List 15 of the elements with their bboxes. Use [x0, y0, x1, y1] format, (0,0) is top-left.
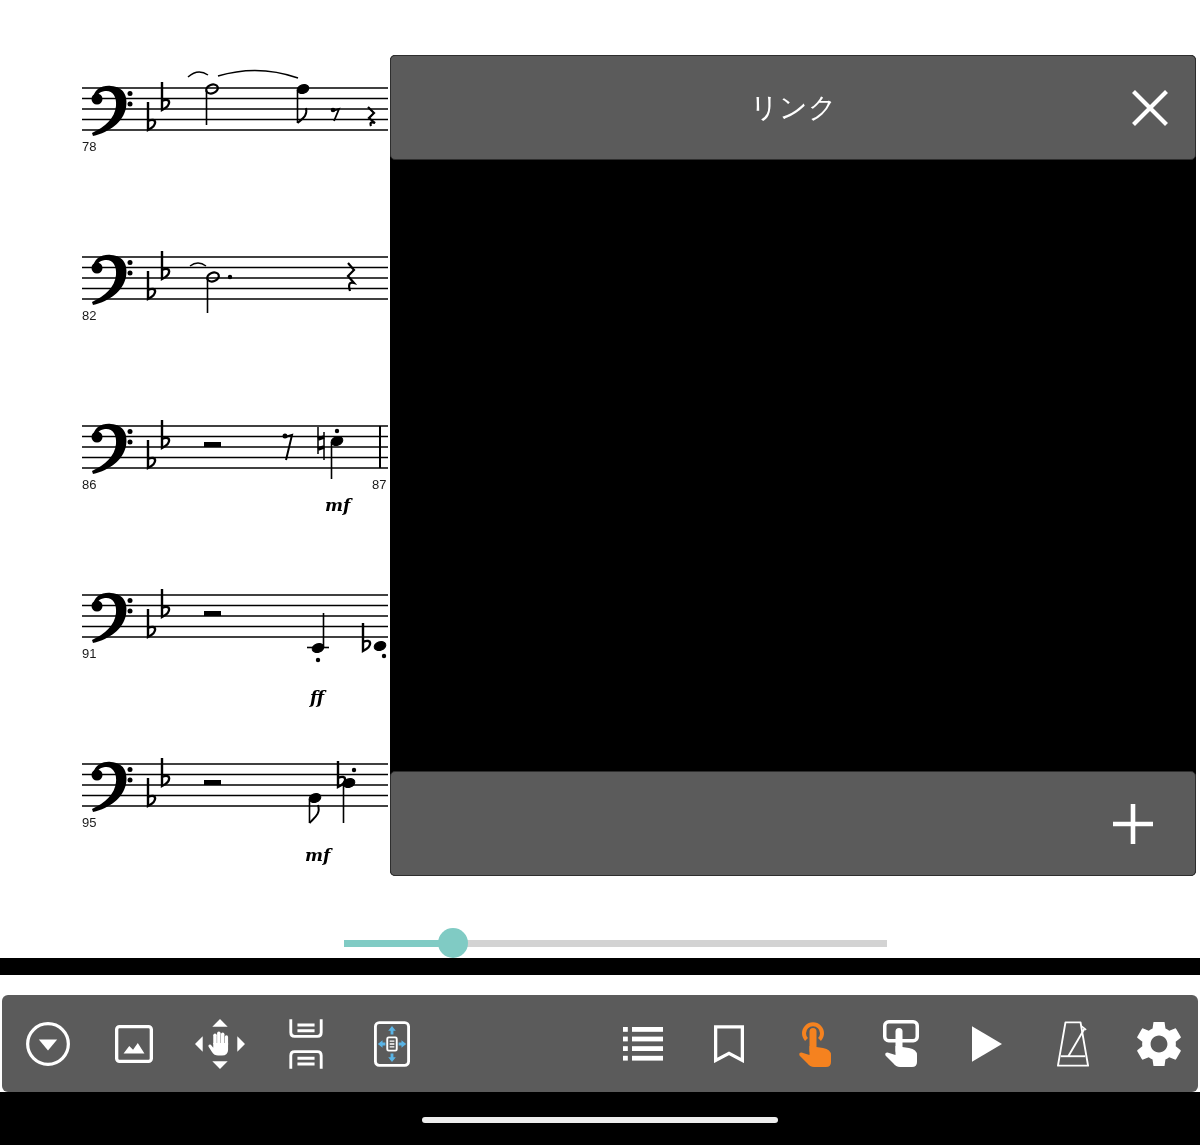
measure-number: 91	[82, 646, 97, 661]
measure-number: 86	[82, 477, 97, 492]
close-button[interactable]	[1132, 89, 1168, 126]
close-icon	[1132, 89, 1168, 126]
plus-icon	[1113, 803, 1153, 844]
dynamic-marking: mf	[305, 845, 331, 865]
measure-number: 82	[82, 308, 97, 323]
dialog-title: リンク	[749, 89, 837, 126]
measure-number: 95	[82, 815, 97, 830]
measure-number: 87	[372, 477, 387, 492]
measure-number: 78	[82, 139, 97, 154]
add-button[interactable]	[1113, 803, 1153, 844]
slider-thumb[interactable]	[437, 928, 468, 958]
dynamic-marking: ff	[310, 687, 325, 707]
dynamic-marking: mf	[325, 495, 351, 515]
